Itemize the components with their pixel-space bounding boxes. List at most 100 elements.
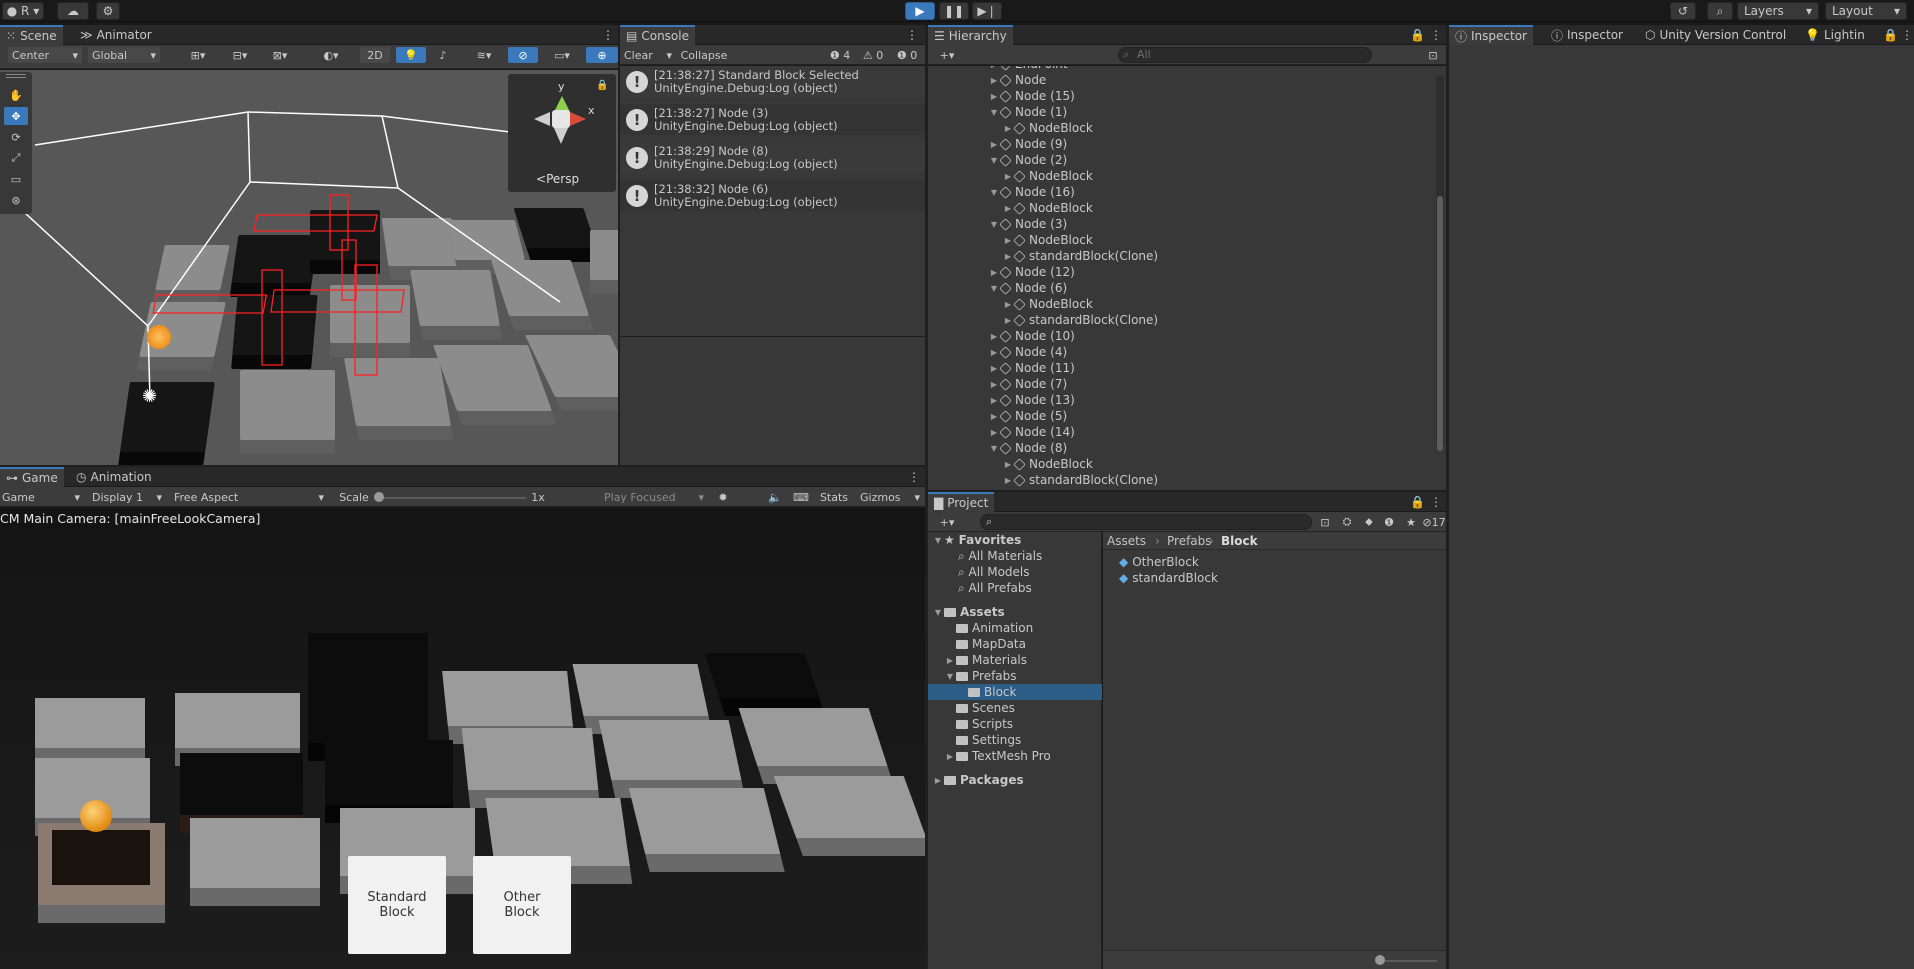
- chevron-right-icon[interactable]: ▶: [1002, 476, 1014, 485]
- create-asset-button[interactable]: +▾: [932, 514, 962, 530]
- orientation-gizmo[interactable]: y x 🔒 <Persp: [508, 74, 616, 192]
- mute-icon[interactable]: 🔈: [764, 489, 786, 505]
- scale-tool-icon[interactable]: ⤢: [4, 149, 28, 167]
- hierarchy-item[interactable]: ▶ Node (13): [928, 392, 1428, 408]
- stats-button[interactable]: Stats: [816, 489, 852, 505]
- game-mode-dropdown[interactable]: Game ▾: [0, 489, 82, 505]
- asset-folder[interactable]: Settings: [928, 732, 1102, 748]
- scene-search-icon[interactable]: ⊡: [1424, 47, 1442, 63]
- asset-standardblock[interactable]: ◆ standardBlock: [1119, 570, 1218, 586]
- lock-icon[interactable]: 🔒: [596, 80, 608, 91]
- 2d-toggle[interactable]: 2D: [360, 47, 390, 63]
- camera-icon[interactable]: ▭▾: [544, 47, 580, 63]
- keyboard-icon[interactable]: ⌨: [790, 489, 812, 505]
- chevron-down-icon[interactable]: ▼: [988, 188, 1000, 197]
- chevron-right-icon[interactable]: ▶: [988, 396, 1000, 405]
- layout-dropdown[interactable]: Layout ▾: [1825, 2, 1907, 20]
- hierarchy-item[interactable]: ▶ NodeBlock: [928, 120, 1428, 136]
- search-icon[interactable]: ⌕: [1707, 2, 1733, 20]
- standard-block-button[interactable]: Standard Block: [348, 856, 446, 954]
- chevron-right-icon[interactable]: ▶: [1002, 252, 1014, 261]
- chevron-right-icon[interactable]: ▶: [1002, 236, 1014, 245]
- chevron-right-icon[interactable]: ▶: [988, 92, 1000, 101]
- tab-scene[interactable]: ⁙ Scene: [0, 25, 63, 45]
- hierarchy-item[interactable]: ▶ Node (10): [928, 328, 1428, 344]
- hierarchy-item[interactable]: ▶ NodeBlock: [928, 232, 1428, 248]
- hierarchy-menu-icon[interactable]: ⋮: [1424, 25, 1448, 45]
- chevron-right-icon[interactable]: ▶: [944, 752, 956, 761]
- chevron-right-icon[interactable]: ▶: [988, 412, 1000, 421]
- chevron-right-icon[interactable]: ▶: [988, 428, 1000, 437]
- chevron-right-icon[interactable]: ▶: [988, 140, 1000, 149]
- transform-tool-icon[interactable]: ⊛: [4, 191, 28, 209]
- hierarchy-item[interactable]: ▶ Node (14): [928, 424, 1428, 440]
- hierarchy-item[interactable]: ▶ standardBlock(Clone): [928, 472, 1428, 488]
- hierarchy-item[interactable]: ▶ Node (7): [928, 376, 1428, 392]
- project-menu-icon[interactable]: ⋮: [1424, 492, 1448, 512]
- hierarchy-scroll-thumb[interactable]: [1437, 196, 1443, 451]
- hierarchy-scrollbar[interactable]: [1436, 76, 1444, 451]
- hierarchy-item[interactable]: ▼ Node (1): [928, 104, 1428, 120]
- scale-slider-thumb[interactable]: [374, 492, 384, 502]
- hierarchy-search-input[interactable]: ⌕ All: [1118, 47, 1372, 63]
- other-block-button[interactable]: Other Block: [473, 856, 571, 954]
- warning-count-toggle[interactable]: ⚠ 0: [858, 47, 888, 63]
- log-filter-icon[interactable]: ❶: [1380, 514, 1398, 530]
- clear-button[interactable]: Clear ▾: [622, 47, 674, 63]
- favorite-all-models[interactable]: ⌕ All Models: [958, 564, 1030, 580]
- hierarchy-item[interactable]: ▼ Node (8): [928, 440, 1428, 456]
- assets-root[interactable]: ▼ Assets: [932, 604, 1005, 620]
- pause-button[interactable]: ❚❚: [939, 2, 969, 20]
- collab-icon[interactable]: ⚙: [96, 2, 120, 20]
- scale-slider[interactable]: [380, 497, 526, 499]
- aspect-dropdown[interactable]: Free Aspect ▾: [170, 489, 328, 505]
- play-focus-dropdown[interactable]: Play Focused ▾: [600, 489, 708, 505]
- scene-menu-icon[interactable]: ⋮: [596, 25, 620, 45]
- chevron-right-icon[interactable]: ▶: [988, 268, 1000, 277]
- chevron-right-icon[interactable]: ▶: [988, 66, 1000, 69]
- error-count-toggle[interactable]: ❶ 0: [892, 47, 922, 63]
- chevron-right-icon[interactable]: ▶: [988, 332, 1000, 341]
- gizmos-dropdown[interactable]: Gizmos ▾: [858, 489, 922, 505]
- create-button[interactable]: +▾: [932, 47, 962, 63]
- search-scope-icon[interactable]: ⊡: [1316, 514, 1334, 530]
- asset-folder[interactable]: MapData: [928, 636, 1102, 652]
- log-entry[interactable]: ! [21:38:29] Node (8) UnityEngine.Debug:L…: [620, 142, 925, 173]
- display-dropdown[interactable]: Display 1 ▾: [88, 489, 166, 505]
- hierarchy-item[interactable]: ▼ Node (6): [928, 280, 1428, 296]
- console-menu-icon[interactable]: ⋮: [900, 25, 924, 45]
- breadcrumb-assets[interactable]: Assets: [1107, 534, 1146, 548]
- chevron-down-icon[interactable]: ▼: [988, 108, 1000, 117]
- log-entry[interactable]: ! [21:38:32] Node (6) UnityEngine.Debug:L…: [620, 180, 925, 211]
- shading-icon[interactable]: ◐▾: [316, 47, 346, 63]
- hierarchy-item[interactable]: ▼ Node (16): [928, 184, 1428, 200]
- increment-icon[interactable]: ⊠▾: [262, 47, 298, 63]
- chevron-right-icon[interactable]: ▶: [1002, 460, 1014, 469]
- chevron-down-icon[interactable]: ▼: [988, 284, 1000, 293]
- visibility-icon[interactable]: ⊘: [508, 47, 538, 63]
- hierarchy-item[interactable]: ▶ Node (15): [928, 88, 1428, 104]
- step-button[interactable]: ▶❘: [972, 2, 1002, 20]
- asset-otherblock[interactable]: ◆ OtherBlock: [1119, 554, 1199, 570]
- hierarchy-item[interactable]: ▶ NodeBlock: [928, 168, 1428, 184]
- snap-icon[interactable]: ⊟▾: [222, 47, 258, 63]
- chevron-right-icon[interactable]: ▶: [1002, 172, 1014, 181]
- bug-icon[interactable]: ✹: [712, 489, 734, 505]
- drag-handle[interactable]: [6, 74, 26, 78]
- hand-tool-icon[interactable]: ✋: [4, 86, 28, 104]
- game-view[interactable]: CM Main Camera: [mainFreeLookCamera] Sta…: [0, 508, 925, 969]
- chevron-down-icon[interactable]: ▼: [944, 672, 956, 681]
- packages-root[interactable]: ▶ Packages: [932, 772, 1024, 788]
- move-tool-icon[interactable]: ✥: [4, 107, 28, 125]
- layers-dropdown[interactable]: Layers ▾: [1737, 2, 1819, 20]
- asset-folder[interactable]: Scripts: [928, 716, 1102, 732]
- space-dropdown[interactable]: Global ▾: [88, 47, 160, 63]
- log-entry[interactable]: ! [21:38:27] Standard Block Selected Unit…: [620, 66, 925, 97]
- hierarchy-item[interactable]: ▶ NodeBlock: [928, 200, 1428, 216]
- chevron-right-icon[interactable]: ▶: [1002, 204, 1014, 213]
- icon-size-thumb[interactable]: [1375, 955, 1385, 965]
- hierarchy-item[interactable]: ▶ Node (9): [928, 136, 1428, 152]
- hierarchy-item[interactable]: ▶ NodeBlock: [928, 456, 1428, 472]
- asset-folder[interactable]: ▶ TextMesh Pro: [928, 748, 1102, 764]
- asset-folder[interactable]: Scenes: [928, 700, 1102, 716]
